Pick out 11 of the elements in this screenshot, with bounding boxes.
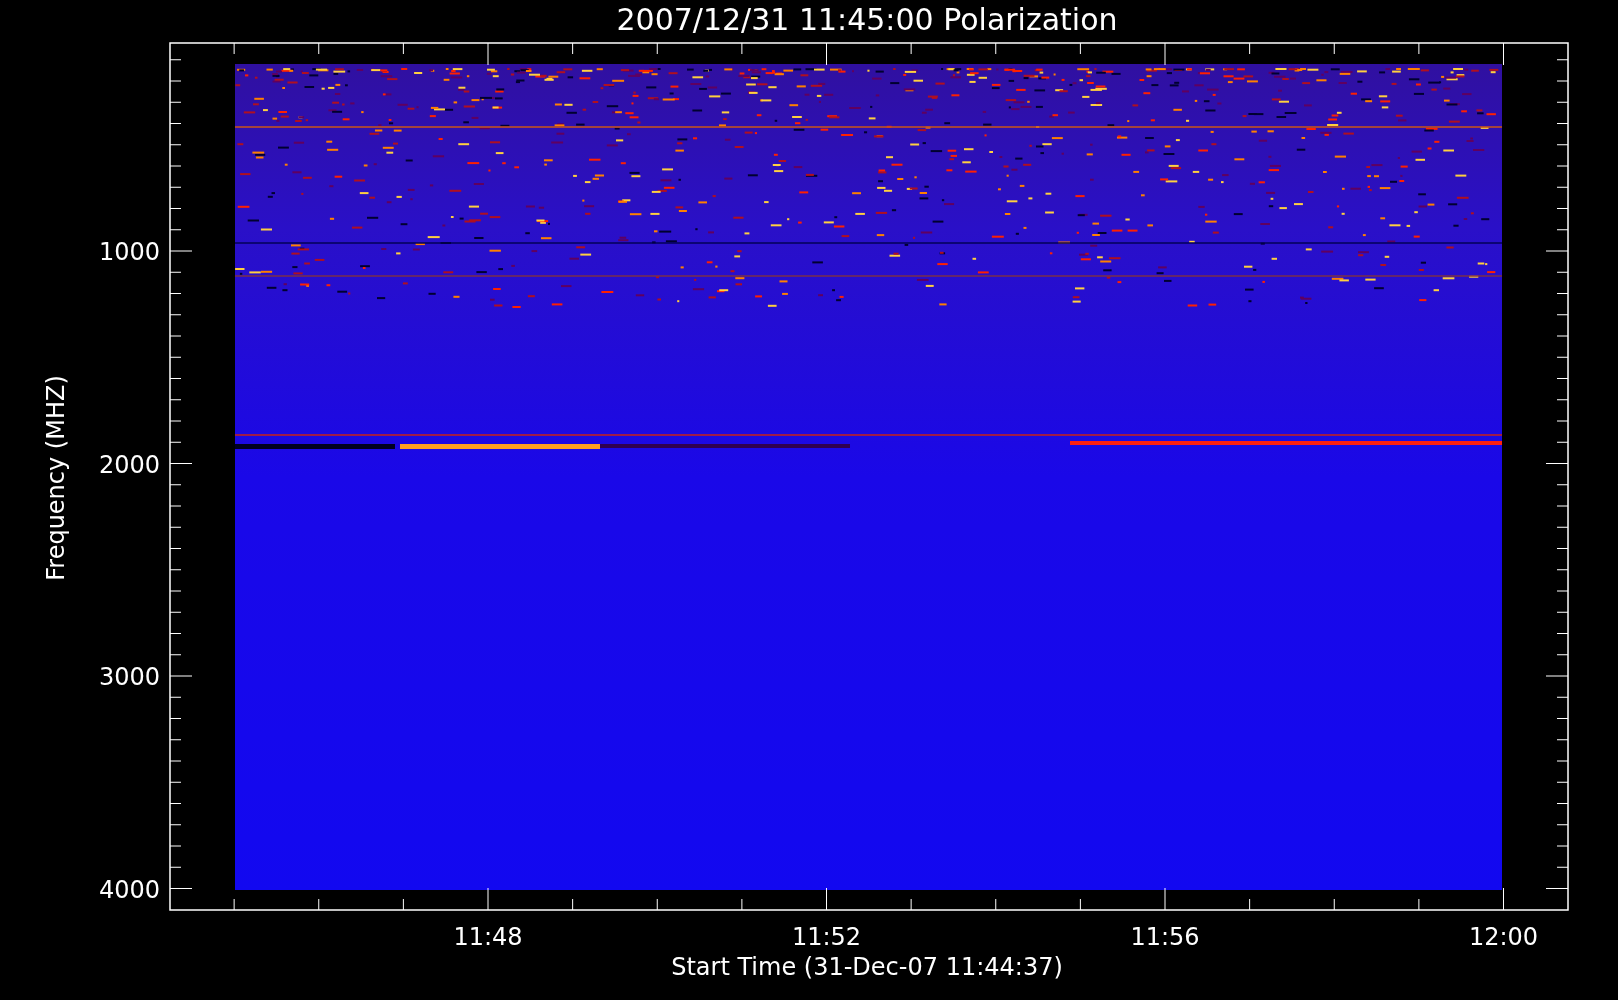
x-tick-label: 11:48 xyxy=(453,923,523,951)
y-tick-label: 2000 xyxy=(98,450,160,479)
x-axis-label: Start Time (31-Dec-07 11:44:37) xyxy=(671,953,1063,981)
y-tick-label: 4000 xyxy=(98,875,160,904)
x-tick-label: 11:52 xyxy=(791,923,862,951)
x-tick-label: 11:56 xyxy=(1130,923,1200,951)
plot-title: 2007/12/31 11:45:00 Polarization xyxy=(616,2,1118,37)
y-tick-label: 1000 xyxy=(98,238,160,266)
y-tick-label: 3000 xyxy=(98,663,160,691)
y-axis-label: Frequency (MHZ) xyxy=(42,375,70,581)
x-tick-label: 12:00 xyxy=(1468,923,1539,951)
